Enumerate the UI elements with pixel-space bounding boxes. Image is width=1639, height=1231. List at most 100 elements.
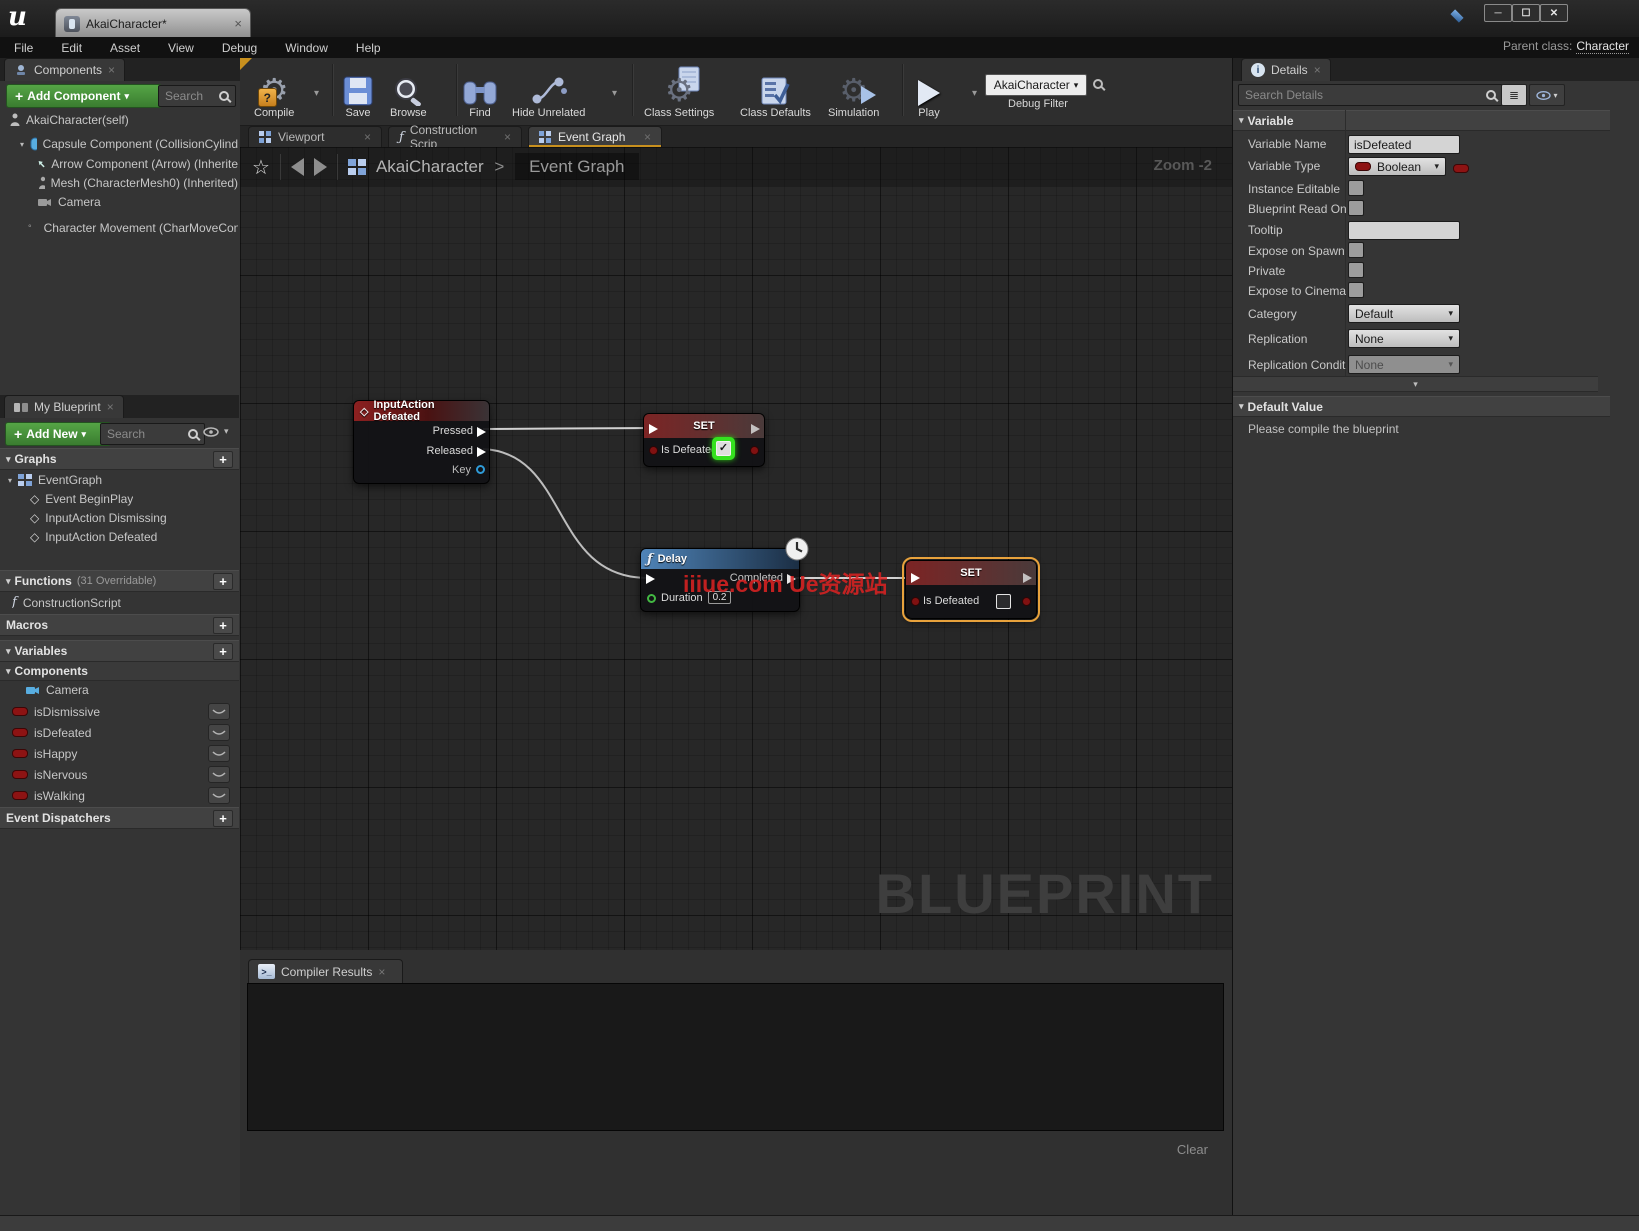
visibility-filter-button[interactable] [203, 426, 219, 440]
variable-camera-item[interactable]: Camera [26, 683, 89, 697]
close-button[interactable]: ✕ [1540, 4, 1568, 22]
browse-button[interactable]: Browse [390, 66, 427, 119]
add-graph-button[interactable]: + [213, 451, 233, 468]
compiler-clear-button[interactable]: Clear [1177, 1142, 1208, 1157]
variable-visibility-button[interactable] [208, 703, 230, 720]
my-blueprint-search-input[interactable] [105, 426, 187, 442]
simulation-button[interactable]: ⚙ Simulation [828, 66, 879, 119]
compile-button[interactable]: ⚙ ? Compile [254, 66, 294, 119]
variable-visibility-button[interactable] [208, 745, 230, 762]
tab-my-blueprint[interactable]: My Blueprint × [4, 395, 124, 418]
replication-dropdown[interactable]: None ▾ [1348, 329, 1460, 348]
variable-isdefeated-item[interactable]: isDefeated [12, 724, 230, 741]
checkbox-unchecked[interactable] [996, 594, 1011, 609]
components-search[interactable] [158, 85, 236, 107]
section-variables-components[interactable]: ▾ Components [0, 662, 239, 681]
node-inputaction-defeated[interactable]: ◇ InputAction Defeated Pressed Released … [353, 400, 490, 484]
eventgraph-item[interactable]: ▾ EventGraph [8, 473, 102, 487]
compiler-results-log[interactable] [247, 983, 1224, 1131]
tab-close-icon[interactable]: × [364, 130, 371, 144]
exec-pin-in[interactable] [649, 424, 658, 434]
chevron-down-icon[interactable]: ▾ [224, 426, 229, 437]
bool-pin-out[interactable] [1022, 597, 1031, 606]
pin-key[interactable]: Key [452, 464, 471, 476]
class-defaults-button[interactable]: Class Defaults [740, 66, 811, 119]
class-settings-button[interactable]: ⚙ Class Settings [644, 66, 714, 119]
variable-name-input[interactable] [1348, 135, 1460, 154]
instance-editable-checkbox[interactable] [1348, 180, 1364, 196]
debug-filter-dropdown[interactable]: AkaiCharacter ▾ [985, 74, 1087, 96]
inputaction-defeated-item[interactable]: ◇ InputAction Defeated [30, 530, 157, 544]
section-functions[interactable]: ▾ Functions (31 Overridable) + [0, 570, 239, 592]
asset-tab-close-icon[interactable]: × [234, 16, 242, 31]
key-pin[interactable] [476, 465, 485, 474]
play-options-chevron-icon[interactable]: ▾ [972, 88, 977, 99]
expander-icon[interactable]: ▾ [20, 140, 24, 149]
variable-ishappy-item[interactable]: isHappy [12, 745, 230, 762]
component-row-camera[interactable]: Camera [38, 195, 238, 209]
variable-visibility-button[interactable] [208, 724, 230, 741]
compiler-tab-close-icon[interactable]: × [378, 965, 385, 979]
details-search-input[interactable] [1243, 87, 1485, 103]
details-search[interactable] [1238, 84, 1503, 106]
section-default-value[interactable]: ▾ Default Value [1233, 396, 1610, 417]
exec-pin-out[interactable] [477, 447, 486, 457]
menu-view[interactable]: View [154, 41, 208, 55]
exec-pin-out[interactable] [1023, 573, 1032, 583]
components-tab-close-icon[interactable]: × [108, 63, 115, 77]
event-graph-canvas[interactable]: ☆ AkaiCharacter > Event Graph Zoom -2 BL… [240, 147, 1232, 950]
container-type-pill-icon[interactable] [1453, 164, 1469, 173]
variable-visibility-button[interactable] [208, 766, 230, 783]
my-blueprint-tab-close-icon[interactable]: × [107, 400, 114, 414]
node-set-isdefeated-true[interactable]: SET Is Defeated ✓ [643, 413, 765, 467]
variable-iswalking-item[interactable]: isWalking [12, 787, 230, 804]
variable-isnervous-item[interactable]: isNervous [12, 766, 230, 783]
component-row-arrow[interactable]: Arrow Component (Arrow) (Inherite [38, 157, 238, 171]
pin-pressed[interactable]: Pressed [433, 425, 473, 437]
private-checkbox[interactable] [1348, 262, 1364, 278]
bool-pin-in[interactable] [649, 446, 658, 455]
tab-viewport[interactable]: Viewport × [248, 126, 382, 147]
menu-debug[interactable]: Debug [208, 41, 271, 55]
nav-forward-icon[interactable] [314, 158, 327, 176]
inputaction-dismissing-item[interactable]: ◇ InputAction Dismissing [30, 511, 167, 525]
minimize-button[interactable]: ─ [1484, 4, 1512, 22]
exec-pin-out[interactable] [477, 427, 486, 437]
maximize-button[interactable]: ☐ [1512, 4, 1540, 22]
debug-search-icon[interactable] [1092, 78, 1105, 91]
component-row-mesh[interactable]: Mesh (CharacterMesh0) (Inherited) [38, 176, 238, 190]
asset-document-tab[interactable]: AkaiCharacter* × [55, 8, 251, 38]
checkbox-checked[interactable]: ✓ [716, 441, 731, 456]
add-function-button[interactable]: + [213, 573, 233, 590]
category-dropdown[interactable]: Default ▾ [1348, 304, 1460, 323]
menu-help[interactable]: Help [342, 41, 395, 55]
section-variable[interactable]: ▾ Variable [1233, 110, 1610, 131]
compile-options-chevron-icon[interactable]: ▾ [314, 88, 319, 99]
hide-unrelated-chevron-icon[interactable]: ▾ [612, 88, 617, 99]
details-expander[interactable]: ▾ [1233, 376, 1598, 392]
add-component-button[interactable]: + Add Component ▾ [6, 84, 162, 108]
exec-pin-out[interactable] [751, 424, 760, 434]
duration-pin[interactable] [647, 594, 656, 603]
add-variable-button[interactable]: + [213, 643, 233, 660]
hide-unrelated-button[interactable]: Hide Unrelated [512, 66, 585, 119]
menu-edit[interactable]: Edit [47, 41, 96, 55]
section-event-dispatchers[interactable]: Event Dispatchers + [0, 807, 239, 829]
favorite-star-icon[interactable]: ☆ [252, 155, 270, 180]
tooltip-input[interactable] [1348, 221, 1460, 240]
variable-type-dropdown[interactable]: Boolean ▾ [1348, 157, 1446, 176]
exec-pin-in[interactable] [911, 573, 920, 583]
section-macros[interactable]: Macros + [0, 614, 239, 636]
menu-window[interactable]: Window [271, 41, 342, 55]
play-button[interactable]: Play [918, 66, 940, 119]
breadcrumb-root[interactable]: AkaiCharacter [376, 157, 484, 176]
component-row-self[interactable]: AkaiCharacter(self) [10, 113, 235, 127]
tab-details[interactable]: i Details × [1241, 58, 1331, 81]
expose-to-cinematics-checkbox[interactable] [1348, 282, 1364, 298]
bool-pin-in[interactable] [911, 597, 920, 606]
expose-on-spawn-checkbox[interactable] [1348, 242, 1364, 258]
event-beginplay-item[interactable]: ◇ Event BeginPlay [30, 492, 133, 506]
constructionscript-item[interactable]: ƒ ConstructionScript [12, 595, 121, 610]
component-row-character-movement[interactable]: ° Character Movement (CharMoveCon [28, 221, 238, 235]
find-button[interactable]: Find [462, 66, 498, 119]
